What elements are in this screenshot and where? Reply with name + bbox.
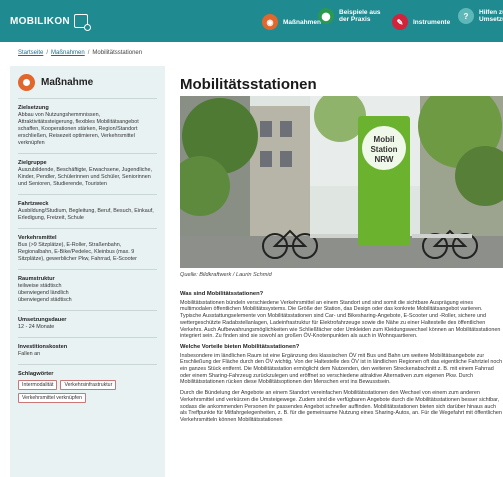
photo-caption: Quelle: Bildkraftwerk / Laurin Schmid xyxy=(180,272,272,278)
tag-verkehrsinfrastruktur[interactable]: Verkehrsinfrastruktur xyxy=(60,380,117,390)
section-raumstruktur: Raumstruktur teilweise städtisch überwie… xyxy=(18,270,157,311)
section-umsetzungsdauer: Umsetzungsdauer 12 - 24 Monate xyxy=(18,311,157,338)
section-title: Investitionskosten xyxy=(18,344,68,350)
section-heading-what: Was sind Mobilitätsstationen? xyxy=(180,291,264,297)
section-text: Abbau von Nutzungshemmnissen, Attraktivi… xyxy=(18,112,139,146)
nav-label: Instrumente xyxy=(413,18,451,26)
section-title: Schlagwörter xyxy=(18,371,54,377)
target-icon: ◉ xyxy=(262,14,278,30)
tag-verkehrsmittel-verknuepfen[interactable]: Verkehrsmittel verknüpfen xyxy=(18,393,86,403)
svg-text:NRW: NRW xyxy=(375,155,394,164)
nav-item-hilfen[interactable]: ? Hilfen zur Umsetzung xyxy=(458,8,503,24)
section-zielsetzung: Zielsetzung Abbau von Nutzungshemmnissen… xyxy=(18,99,157,154)
tag-intermodalitaet[interactable]: Intermodalität xyxy=(18,380,58,390)
section-heading-advantages: Welche Vorteile bieten Mobilitätsstation… xyxy=(180,343,300,350)
breadcrumb-home-link[interactable]: Startseite xyxy=(18,50,43,56)
section-title: Zielsetzung xyxy=(18,105,49,111)
section-schlagwoerter: Schlagwörter Intermodalität Verkehrsinfr… xyxy=(18,365,157,409)
section-verkehrsmittel: Verkehrsmittel Bus (>9 Sitzplätze), E-Ro… xyxy=(18,229,157,270)
section-fahrtzweck: Fahrtzweck Ausbildung/Studium, Begleitun… xyxy=(18,195,157,229)
section-title: Umsetzungsdauer xyxy=(18,317,67,323)
measure-sidebar: Maßnahme Zielsetzung Abbau von Nutzungsh… xyxy=(10,66,165,477)
target-icon xyxy=(18,74,35,91)
section-title: Raumstruktur xyxy=(18,276,55,282)
top-navigation-bar: MOBILIKON ◉ Maßnahmen ⬤ Beispiele aus de… xyxy=(0,0,503,42)
section-title: Fahrtzweck xyxy=(18,201,49,207)
svg-text:Mobil: Mobil xyxy=(374,135,395,144)
paragraph: Mobilitätsstationen bündeln verschiedene… xyxy=(180,299,501,340)
breadcrumb-massnahmen-link[interactable]: Maßnahmen xyxy=(51,50,85,56)
section-text: Bus (>9 Sitzplätze), E-Roller, Straßenba… xyxy=(18,242,137,262)
tools-icon: ✎ xyxy=(392,14,408,30)
section-title: Verkehrsmittel xyxy=(18,235,57,241)
nav-item-massnahmen[interactable]: ◉ Maßnahmen xyxy=(262,14,321,30)
section-title: Zielgruppe xyxy=(18,160,47,166)
paragraph: Insbesondere im ländlichen Raum ist eine… xyxy=(180,352,503,386)
pin-icon: ⬤ xyxy=(318,8,334,24)
logo-mark-icon xyxy=(73,14,91,31)
nav-label: Hilfen zur Umsetzung xyxy=(479,9,503,23)
nav-label: Maßnahmen xyxy=(283,18,321,26)
photo-illustration: Mobil Station NRW xyxy=(180,96,503,268)
section-zielgruppe: Zielgruppe Auszubildende, Beschäftigte, … xyxy=(18,154,157,195)
svg-text:Station: Station xyxy=(370,145,397,154)
section-text: 12 - 24 Monate xyxy=(18,324,55,330)
section-text: teilweise städtisch überwiegend ländlich… xyxy=(18,283,72,303)
section-text: Fallen an xyxy=(18,351,41,357)
mobilikon-logo[interactable]: MOBILIKON xyxy=(10,14,91,31)
paragraph: Durch die Bündelung der Angebote an eine… xyxy=(180,390,502,423)
breadcrumb-current: Mobilitätsstationen xyxy=(92,50,143,56)
logo-text: MOBILIKON xyxy=(10,15,70,27)
nav-item-beispiele[interactable]: ⬤ Beispiele aus der Praxis xyxy=(318,8,383,24)
section-text: Ausbildung/Studium, Begleitung, Beruf, B… xyxy=(18,208,154,221)
sidebar-title: Maßnahme xyxy=(41,77,94,88)
article-body: Was sind Mobilitätsstationen? Mobilitäts… xyxy=(180,288,503,428)
tag-list: Intermodalität Verkehrsinfrastruktur Ver… xyxy=(18,380,157,403)
nav-label: Beispiele aus der Praxis xyxy=(339,9,381,23)
mobility-station-photo: Mobil Station NRW xyxy=(180,96,503,268)
breadcrumb: Startseite / Maßnahmen / Mobilitätsstationen xyxy=(18,50,143,56)
sidebar-header: Maßnahme xyxy=(18,74,157,99)
nav-item-instrumente[interactable]: ✎ Instrumente xyxy=(392,14,450,30)
section-investitionskosten: Investitionskosten Fallen an xyxy=(18,338,157,365)
help-icon: ? xyxy=(458,8,474,24)
page-title: Mobilitätsstationen xyxy=(180,76,317,93)
section-text: Auszubildende, Beschäftigte, Erwachsene,… xyxy=(18,167,152,187)
